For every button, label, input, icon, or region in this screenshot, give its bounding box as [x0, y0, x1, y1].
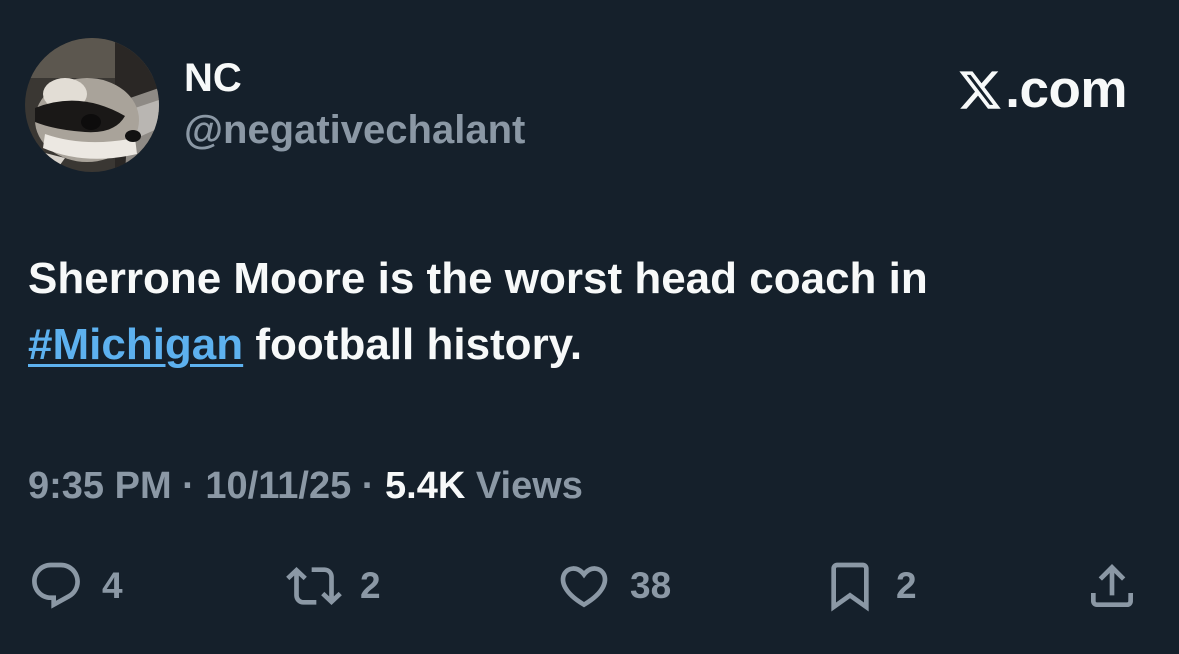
reply-button[interactable]: 4 [28, 556, 123, 616]
like-button[interactable]: 38 [556, 556, 671, 616]
share-icon [1091, 564, 1133, 607]
x-brand: .com [957, 60, 1127, 120]
share-button[interactable] [1084, 556, 1140, 616]
user-handle[interactable]: @negativechalant [184, 106, 525, 154]
reply-icon [32, 562, 80, 609]
like-count: 38 [630, 565, 672, 606]
views-count: 5.4K [385, 465, 466, 507]
retweet-count: 2 [360, 565, 381, 606]
meta-separator: · [351, 465, 386, 507]
tweet-text-after: football history. [243, 320, 583, 369]
tweet-time[interactable]: 9:35 PM [28, 465, 172, 507]
tweet-meta: 9:35 PM · 10/11/25 · 5.4K Views [28, 462, 583, 510]
reply-count: 4 [102, 565, 123, 606]
x-logo-icon [959, 71, 1002, 109]
meta-separator: · [171, 465, 206, 507]
bookmark-icon [831, 562, 869, 612]
tweet-text: Sherrone Moore is the worst head coach i… [28, 246, 1148, 378]
retweet-icon [286, 567, 342, 605]
raccoon-avatar-image [25, 38, 159, 172]
bookmark-count: 2 [896, 565, 917, 606]
action-bar: 4 2 38 2 [0, 556, 1179, 616]
views-label: Views [465, 465, 583, 507]
brand-label: .com [1005, 60, 1127, 119]
tweet-date[interactable]: 10/11/25 [205, 465, 351, 507]
hashtag-link[interactable]: #Michigan [28, 320, 243, 369]
avatar[interactable] [25, 38, 159, 172]
heart-icon [560, 566, 608, 608]
bookmark-button[interactable]: 2 [822, 556, 917, 616]
retweet-button[interactable]: 2 [286, 556, 381, 616]
tweet-text-before: Sherrone Moore is the worst head coach i… [28, 254, 928, 303]
display-name[interactable]: NC [184, 54, 242, 102]
